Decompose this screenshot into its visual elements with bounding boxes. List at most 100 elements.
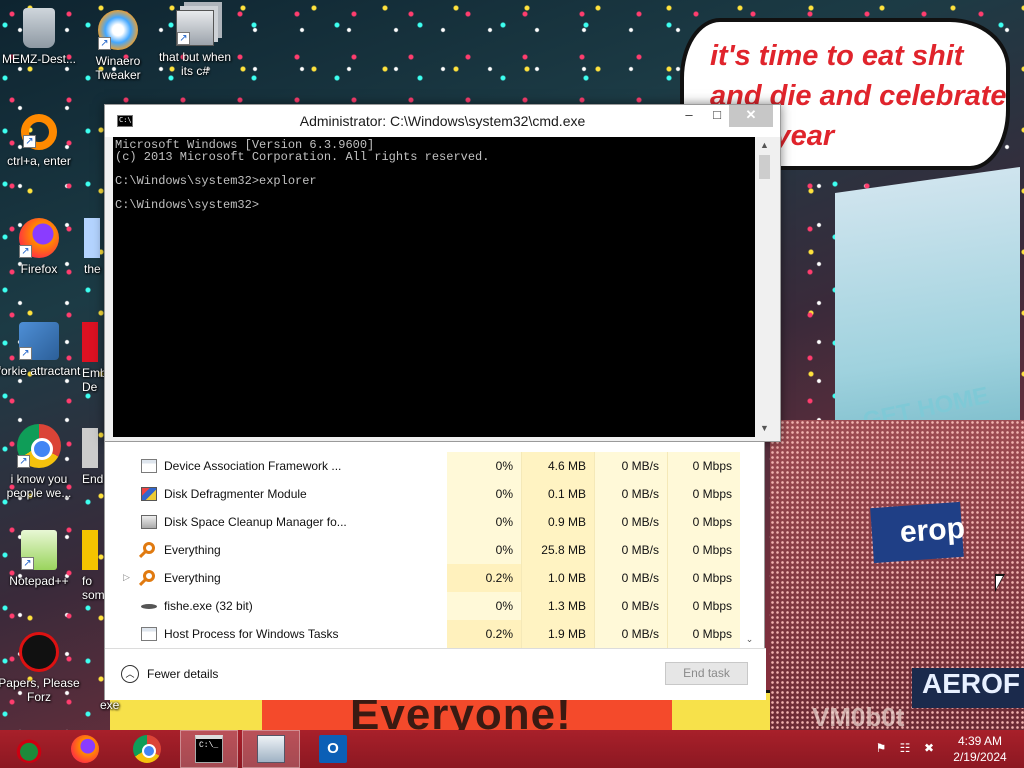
shortcut-arrow-icon: ↗ [21, 557, 34, 570]
firefox-icon: ↗ [19, 218, 59, 258]
orange-ring-icon: ↗ [21, 114, 57, 150]
taskbar-task-manager[interactable] [242, 730, 300, 768]
desktop-icon-forkie-attractant[interactable]: ↗ forkie attractant [0, 322, 81, 378]
desktop-icon-label: the [84, 262, 101, 276]
shortcut-arrow-icon: ↗ [19, 245, 32, 258]
table-row[interactable]: Disk Defragmenter Module 0% 0.1 MB 0 MB/… [105, 480, 766, 508]
cpu-cell: 0% [447, 592, 521, 620]
process-name: Device Association Framework ... [164, 459, 342, 473]
table-row[interactable]: fishe.exe (32 bit) 0% 1.3 MB 0 MB/s 0 Mb… [105, 592, 766, 620]
table-row[interactable]: Device Association Framework ... 0% 4.6 … [105, 452, 766, 480]
clock-date: 2/19/2024 [953, 750, 1007, 764]
cpu-cell: 0% [447, 508, 521, 536]
fish-icon [141, 604, 157, 609]
disk-cell: 0 MB/s [594, 480, 667, 508]
cpu-cell: 0.2% [447, 620, 521, 648]
disk-cell: 0 MB/s [594, 452, 667, 480]
cmd-icon: C:\_ [195, 735, 223, 763]
shortcut-arrow-icon: ↗ [98, 37, 111, 50]
process-name: Disk Space Cleanup Manager fo... [164, 515, 347, 529]
task-manager-footer: ︿ Fewer details End task [105, 648, 766, 700]
desktop-icon-firefox[interactable]: ↗ Firefox [0, 218, 81, 276]
outlook-icon: O [319, 735, 347, 763]
desktop-icon-memz[interactable]: MEMZ-Dest... [0, 8, 81, 66]
memory-cell: 1.0 MB [521, 564, 594, 592]
scroll-thumb[interactable] [759, 155, 770, 179]
desktop-icon-partial-the[interactable]: the [84, 218, 104, 276]
desktop-icon-partial-fo[interactable]: fo som [82, 530, 105, 602]
table-row[interactable]: Host Process for Windows Tasks 0.2% 1.9 … [105, 620, 766, 648]
process-name: Disk Defragmenter Module [164, 487, 307, 501]
desktop-icon-label: Firefox [20, 262, 58, 276]
partial-icon [82, 530, 98, 570]
flag-icon[interactable]: ⚑ [874, 741, 888, 755]
start-icon [15, 735, 43, 763]
scroll-up-icon[interactable]: ▲ [756, 137, 773, 154]
taskbar-outlook[interactable]: O [304, 730, 362, 768]
console-line: (c) 2013 Microsoft Corporation. All righ… [115, 150, 490, 164]
taskbar-cmd[interactable]: C:\_ [180, 730, 238, 768]
search-icon [143, 542, 155, 554]
memory-cell: 4.6 MB [521, 452, 594, 480]
chevron-down-icon[interactable]: ⌄ [741, 631, 758, 648]
taskbar-firefox[interactable] [56, 730, 114, 768]
volume-muted-icon[interactable]: ✖ [922, 741, 936, 755]
desktop-icon-ctrl-a-enter[interactable]: ↗ ctrl+a, enter [0, 114, 81, 168]
network-cell: 0 Mbps [667, 452, 740, 480]
end-task-button[interactable]: End task [665, 662, 748, 685]
desktop-icon-label: Winaero Tweaker [95, 54, 141, 82]
scroll-down-icon[interactable]: ▼ [756, 420, 773, 437]
network-icon[interactable]: ☷ [898, 741, 912, 755]
process-table: Device Association Framework ... 0% 4.6 … [105, 452, 766, 648]
window-icon [141, 459, 157, 473]
network-cell: 0 Mbps [667, 592, 740, 620]
task-manager-icon [257, 735, 285, 763]
desktop-icon-label: Emb De [82, 366, 107, 394]
desktop-icon-papers-please[interactable]: Papers, Please Forz [0, 632, 81, 704]
minimize-button[interactable]: – [675, 105, 703, 127]
desktop-icon-notepadpp[interactable]: ↗ Notepad++ [0, 530, 81, 588]
desktop-icon-that-but-csharp[interactable]: ↗ that but when its c# [153, 10, 237, 78]
disk-cell: 0 MB/s [594, 620, 667, 648]
start-button[interactable] [0, 730, 58, 768]
table-row[interactable]: Everything 0% 25.8 MB 0 MB/s 0 Mbps [105, 536, 766, 564]
search-icon [143, 570, 155, 582]
task-manager-window[interactable]: Device Association Framework ... 0% 4.6 … [104, 442, 766, 700]
desktop-icon-label: fo som [82, 574, 105, 602]
table-row[interactable]: Disk Space Cleanup Manager fo... 0% 0.9 … [105, 508, 766, 536]
table-row[interactable]: ▷ Everything 0.2% 1.0 MB 0 MB/s 0 Mbps [105, 564, 766, 592]
console-line: C:\Windows\system32> [115, 198, 260, 212]
shortcut-arrow-icon: ↗ [177, 32, 190, 45]
maximize-button[interactable]: □ [703, 105, 731, 127]
disk-cell: 0 MB/s [594, 536, 667, 564]
stacked-windows-icon: ↗ [176, 10, 214, 46]
memory-cell: 25.8 MB [521, 536, 594, 564]
desktop-icon-partial-end[interactable]: End [82, 428, 104, 486]
fewer-details-label: Fewer details [147, 667, 219, 681]
fewer-details-button[interactable]: ︿ Fewer details [121, 665, 218, 683]
close-button[interactable]: ✕ [729, 105, 773, 127]
process-scrollbar[interactable]: ⌄ [741, 452, 758, 648]
wallpaper-banner: Everyone! [262, 700, 672, 730]
expand-chevron-icon[interactable]: ▷ [123, 572, 131, 583]
firefox-icon [71, 735, 99, 763]
memory-cell: 1.9 MB [521, 620, 594, 648]
network-cell: 0 Mbps [667, 620, 740, 648]
cmd-scrollbar[interactable]: ▲ ▼ [756, 137, 773, 437]
process-name: Everything [164, 543, 221, 557]
cmd-console[interactable]: Microsoft Windows [Version 6.3.9600] (c) … [113, 137, 755, 437]
taskbar-chrome[interactable] [118, 730, 176, 768]
cmd-titlebar[interactable]: C:\ Administrator: C:\Windows\system32\c… [105, 105, 780, 137]
cmd-window[interactable]: C:\ Administrator: C:\Windows\system32\c… [104, 104, 781, 442]
desktop-icon-chrome[interactable]: ↗ i know you people we... [0, 424, 81, 500]
desktop-icon-label: forkie attractant [0, 364, 81, 378]
speech-line: it's time to eat shit [710, 40, 964, 72]
cleanup-icon [141, 515, 157, 529]
clock-time: 4:39 AM [957, 734, 1003, 748]
desktop-icon-winaero[interactable]: ↗ Winaero Tweaker [76, 10, 160, 82]
desktop-icon-partial-emb[interactable]: Emb De [82, 322, 107, 394]
memory-cell: 0.1 MB [521, 480, 594, 508]
wallpaper-banner-text: Everyone! [350, 700, 572, 730]
desktop-icon-partial-exe[interactable]: exe [100, 698, 132, 712]
system-clock[interactable]: 4:39 AM 2/19/2024 [944, 733, 1016, 765]
